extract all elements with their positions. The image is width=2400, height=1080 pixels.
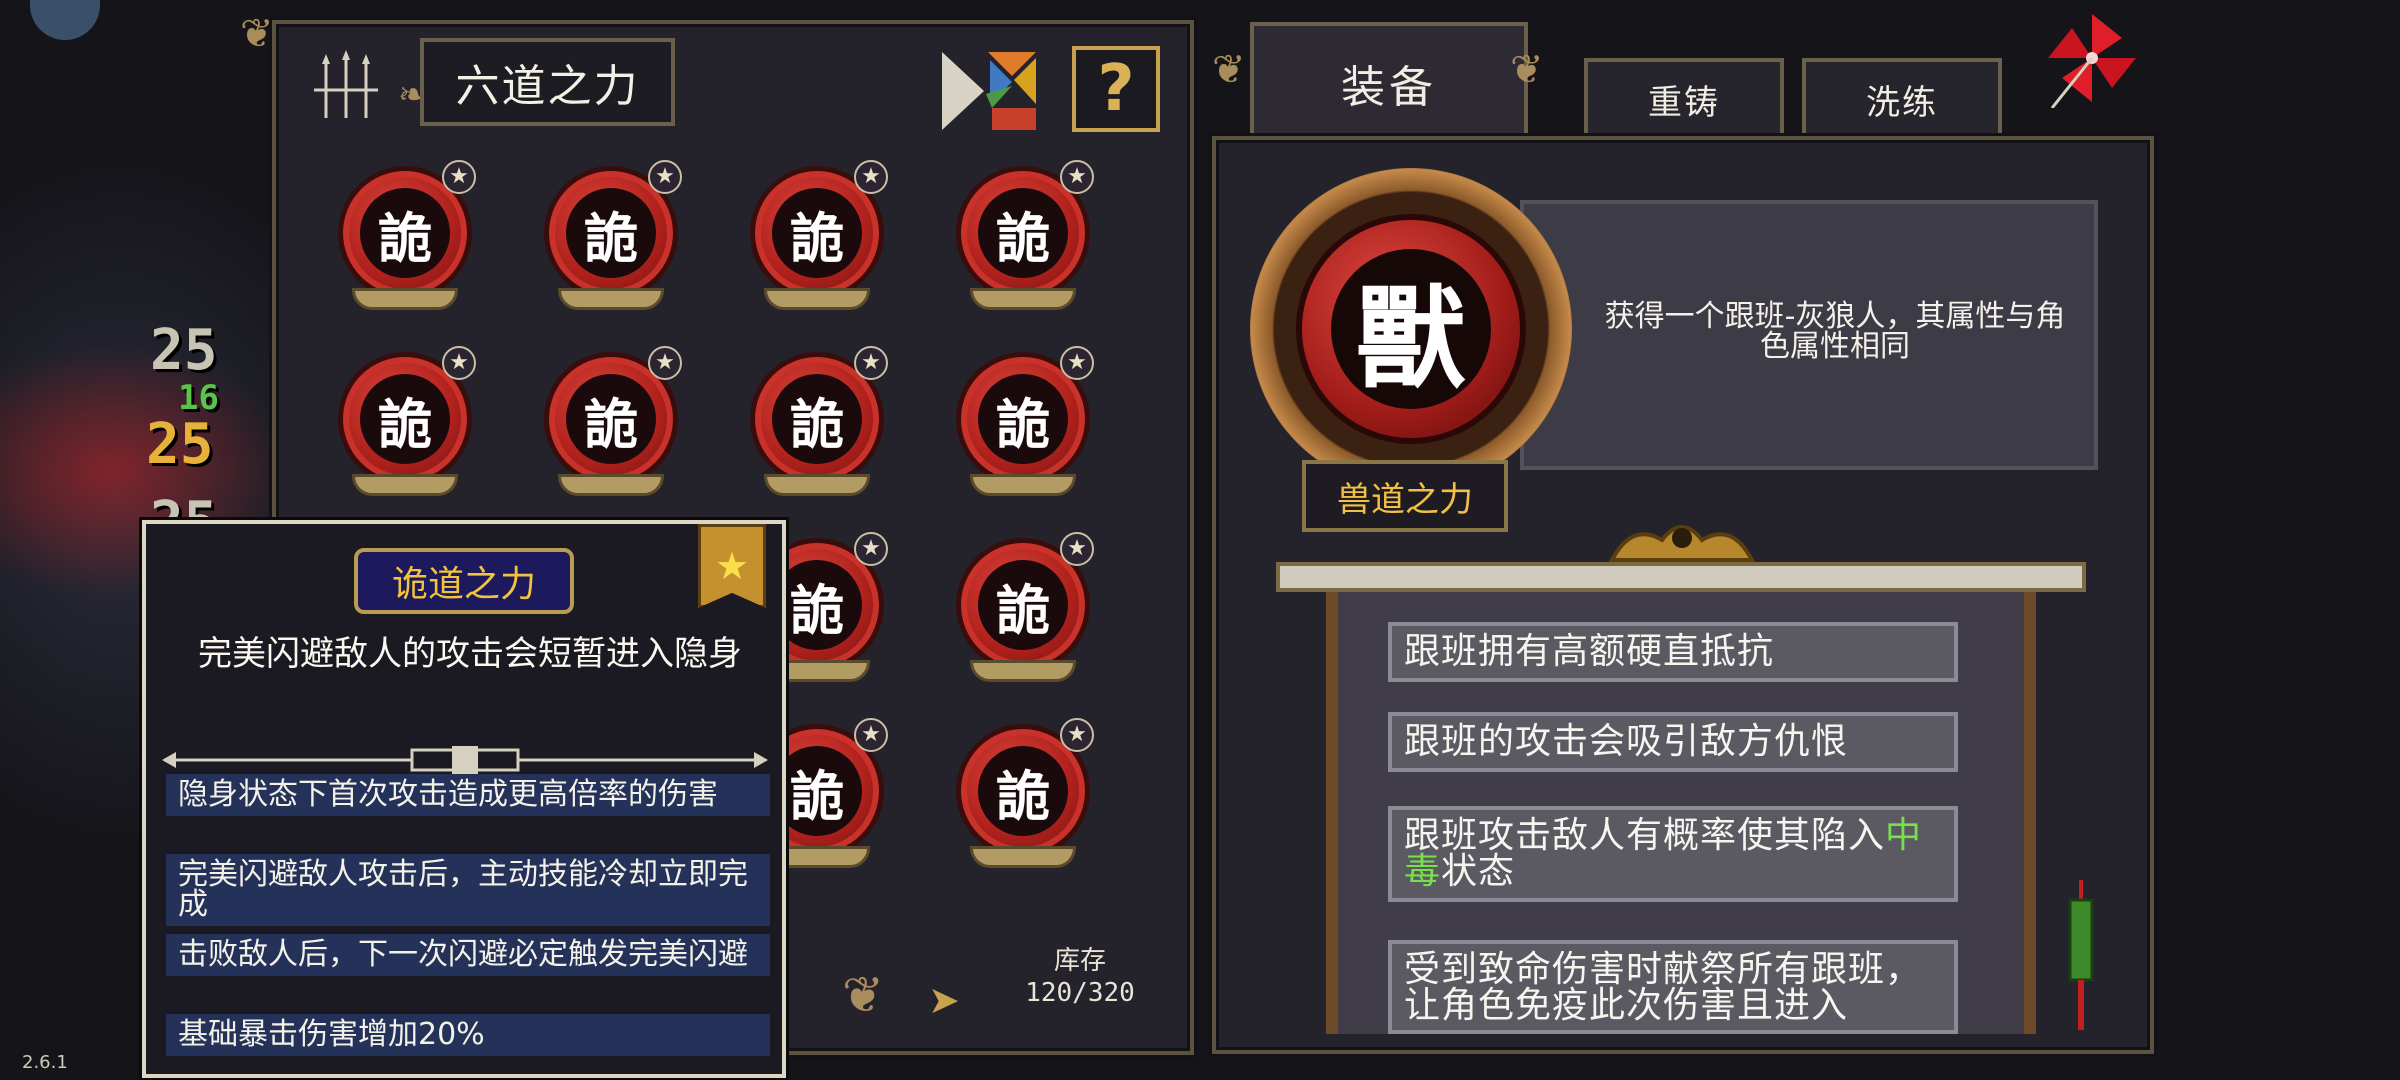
tassel-decoration — [2066, 880, 2096, 1030]
orb-glyph: 詭 — [978, 188, 1068, 278]
power-name: 兽道之力 — [1302, 460, 1508, 532]
star-icon: ★ — [1060, 718, 1094, 752]
star-icon: ★ — [854, 532, 888, 566]
trait-item: 跟班的攻击会吸引敌方仇恨 — [1388, 712, 1958, 772]
version-label: 2.6.1 — [22, 1052, 68, 1073]
help-button[interactable]: ? — [1072, 46, 1160, 132]
orb-glyph: 詭 — [978, 746, 1068, 836]
power-orb[interactable]: 詭 ★ — [742, 160, 892, 320]
orb-glyph: 詭 — [978, 560, 1068, 650]
orb-glyph: 詭 — [360, 374, 450, 464]
tab-equip[interactable]: 装备 — [1250, 22, 1528, 140]
background-character — [30, 0, 100, 40]
star-badge-icon: ★ — [698, 524, 766, 608]
orb-glyph: 詭 — [772, 188, 862, 278]
star-icon: ★ — [854, 346, 888, 380]
star-icon: ★ — [442, 346, 476, 380]
power-orb[interactable]: 詭 ★ — [742, 346, 892, 506]
orb-glyph: 詭 — [978, 374, 1068, 464]
star-icon: ★ — [1060, 160, 1094, 194]
star-icon: ★ — [1060, 532, 1094, 566]
orb-glyph: 詭 — [566, 188, 656, 278]
corner-ornament: ❦ — [240, 11, 274, 57]
tab-recast[interactable]: 重铸 — [1584, 58, 1784, 136]
help-icon: ? — [1097, 52, 1135, 126]
tooltip-title: 诡道之力 — [354, 548, 574, 614]
star-icon: ★ — [854, 160, 888, 194]
tab-ornament: ❦ — [1212, 47, 1246, 93]
pinwheel-icon[interactable] — [2042, 8, 2142, 109]
orb-glyph: 詭 — [360, 188, 450, 278]
trait-item: 跟班拥有高额硬直抵抗 — [1388, 622, 1958, 682]
trait-item: 跟班攻击敌人有概率使其陷入中毒状态 — [1388, 806, 1958, 902]
tab-ornament: ❦ — [1510, 47, 1544, 93]
tooltip-effect: 隐身状态下首次攻击造成更高倍率的伤害 — [166, 774, 770, 816]
power-orb[interactable]: 詭 ★ — [536, 160, 686, 320]
tooltip-effect: 击败敌人后，下一次闪避必定触发完美闪避 — [166, 934, 770, 976]
power-tooltip: 诡道之力 ★ 完美闪避敌人的攻击会短暂进入隐身 隐身状态下首次攻击造成更高倍率的… — [142, 520, 786, 1078]
tooltip-effect: 基础暴击伤害增加20% — [166, 1014, 770, 1056]
star-icon: ★ — [648, 346, 682, 380]
stock-value: 120/320 — [1025, 978, 1135, 1008]
power-orb[interactable]: 詭 ★ — [536, 346, 686, 506]
damage-number: 25 — [150, 318, 218, 383]
panel-title: 六道之力 — [420, 38, 675, 126]
power-description: 获得一个跟班-灰狼人，其属性与角色属性相同 — [1604, 299, 2066, 364]
star-icon: ★ — [854, 718, 888, 752]
tab-refine[interactable]: 洗练 — [1802, 58, 2002, 136]
star-icon: ★ — [1060, 346, 1094, 380]
orb-glyph: 獸 — [1331, 249, 1491, 409]
bottom-ornament: ❦ — [842, 966, 884, 1024]
star-icon: ★ — [442, 160, 476, 194]
tangram-icon[interactable] — [942, 52, 1036, 130]
orb-glyph: 詭 — [566, 374, 656, 464]
arrow-right-icon[interactable]: ➤ — [928, 980, 968, 1020]
tooltip-headline: 完美闪避敌人的攻击会短暂进入隐身 — [198, 634, 742, 674]
damage-number: 25 — [146, 412, 214, 477]
power-orb[interactable]: 詭 ★ — [948, 718, 1098, 878]
trait-item: 受到致命伤害时献祭所有跟班，让角色免疫此次伤害且进入 — [1388, 940, 1958, 1034]
power-orb[interactable]: 詭 ★ — [330, 346, 480, 506]
power-orb[interactable]: 詭 ★ — [948, 532, 1098, 692]
scroll-rod — [1276, 562, 2086, 592]
orb-glyph: 詭 — [772, 374, 862, 464]
star-icon: ★ — [648, 160, 682, 194]
power-orb[interactable]: 詭 ★ — [330, 160, 480, 320]
power-orb[interactable]: 詭 ★ — [948, 160, 1098, 320]
stock-label: 库存 — [1053, 946, 1106, 976]
banner-icon — [308, 50, 384, 126]
ornate-divider — [162, 746, 768, 774]
power-orb[interactable]: 詭 ★ — [948, 346, 1098, 506]
selected-power-orb[interactable]: 獸 — [1296, 214, 1526, 444]
tooltip-effect: 完美闪避敌人攻击后，主动技能冷却立即完成 — [166, 854, 770, 926]
